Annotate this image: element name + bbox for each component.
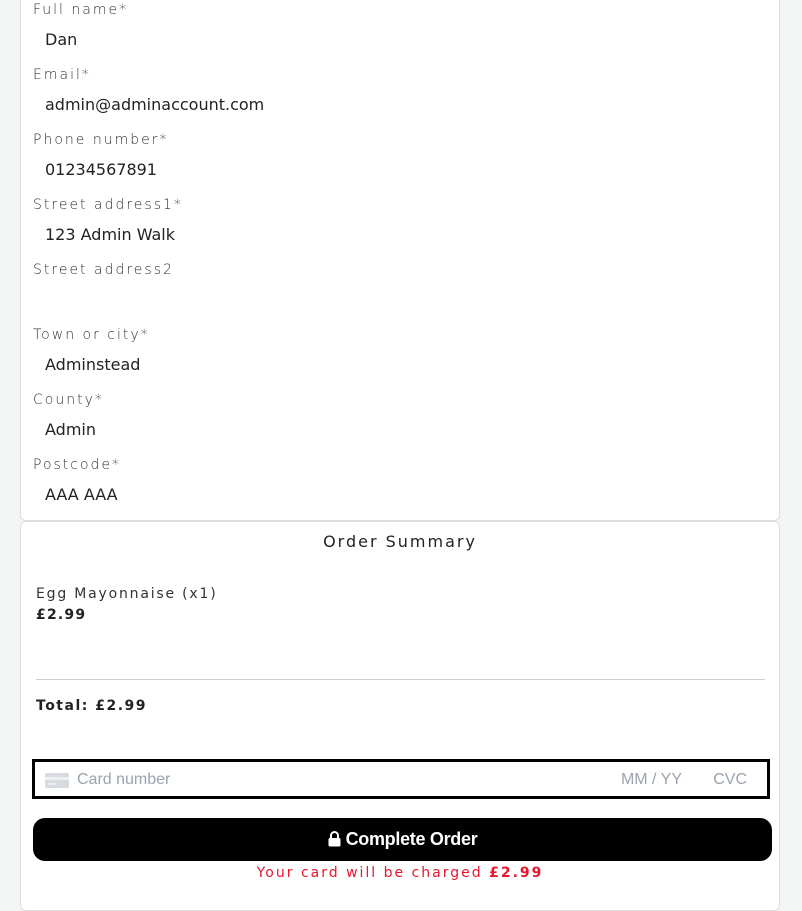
card-number-input[interactable]: Card number <box>77 771 170 789</box>
complete-order-label: Complete Order <box>345 829 478 849</box>
order-item-price: £2.99 <box>36 607 87 623</box>
phone-number-label: Phone number* <box>33 132 169 148</box>
charge-notice: Your card will be charged £2.99 <box>21 865 779 881</box>
summary-divider <box>36 679 765 680</box>
card-expiry-input[interactable]: MM / YY <box>621 771 682 789</box>
lock-icon <box>328 830 341 846</box>
county-input[interactable] <box>33 416 763 442</box>
town-or-city-label: Town or city* <box>33 327 150 343</box>
email-label: Email* <box>33 67 91 83</box>
street-address1-label: Street address1* <box>33 197 183 213</box>
street-address1-input[interactable] <box>33 221 763 247</box>
postcode-input[interactable] <box>33 481 763 507</box>
full-name-label: Full name* <box>33 2 129 18</box>
charge-amount: £2.99 <box>489 865 544 881</box>
order-summary-card: Order Summary Egg Mayonnaise (x1) £2.99 … <box>20 521 780 911</box>
order-summary-title: Order Summary <box>323 532 477 551</box>
card-cvc-input[interactable]: CVC <box>713 771 747 789</box>
complete-order-button[interactable]: Complete Order <box>33 818 772 861</box>
full-name-input[interactable] <box>33 26 763 52</box>
order-item-name: Egg Mayonnaise (x1) <box>36 586 218 602</box>
street-address2-label: Street address2 <box>33 262 174 278</box>
details-form: Full name* Email* Phone number* Street a… <box>20 0 780 521</box>
email-input[interactable] <box>33 91 763 117</box>
charge-text: Your card will be charged <box>256 865 483 881</box>
street-address2-input[interactable] <box>33 286 763 312</box>
order-total: Total: £2.99 <box>36 698 148 714</box>
phone-number-input[interactable] <box>33 156 763 182</box>
credit-card-icon <box>45 773 69 788</box>
town-or-city-input[interactable] <box>33 351 763 377</box>
county-label: County* <box>33 392 104 408</box>
postcode-label: Postcode* <box>33 457 122 473</box>
card-payment-field[interactable]: Card number MM / YY CVC <box>32 759 770 799</box>
